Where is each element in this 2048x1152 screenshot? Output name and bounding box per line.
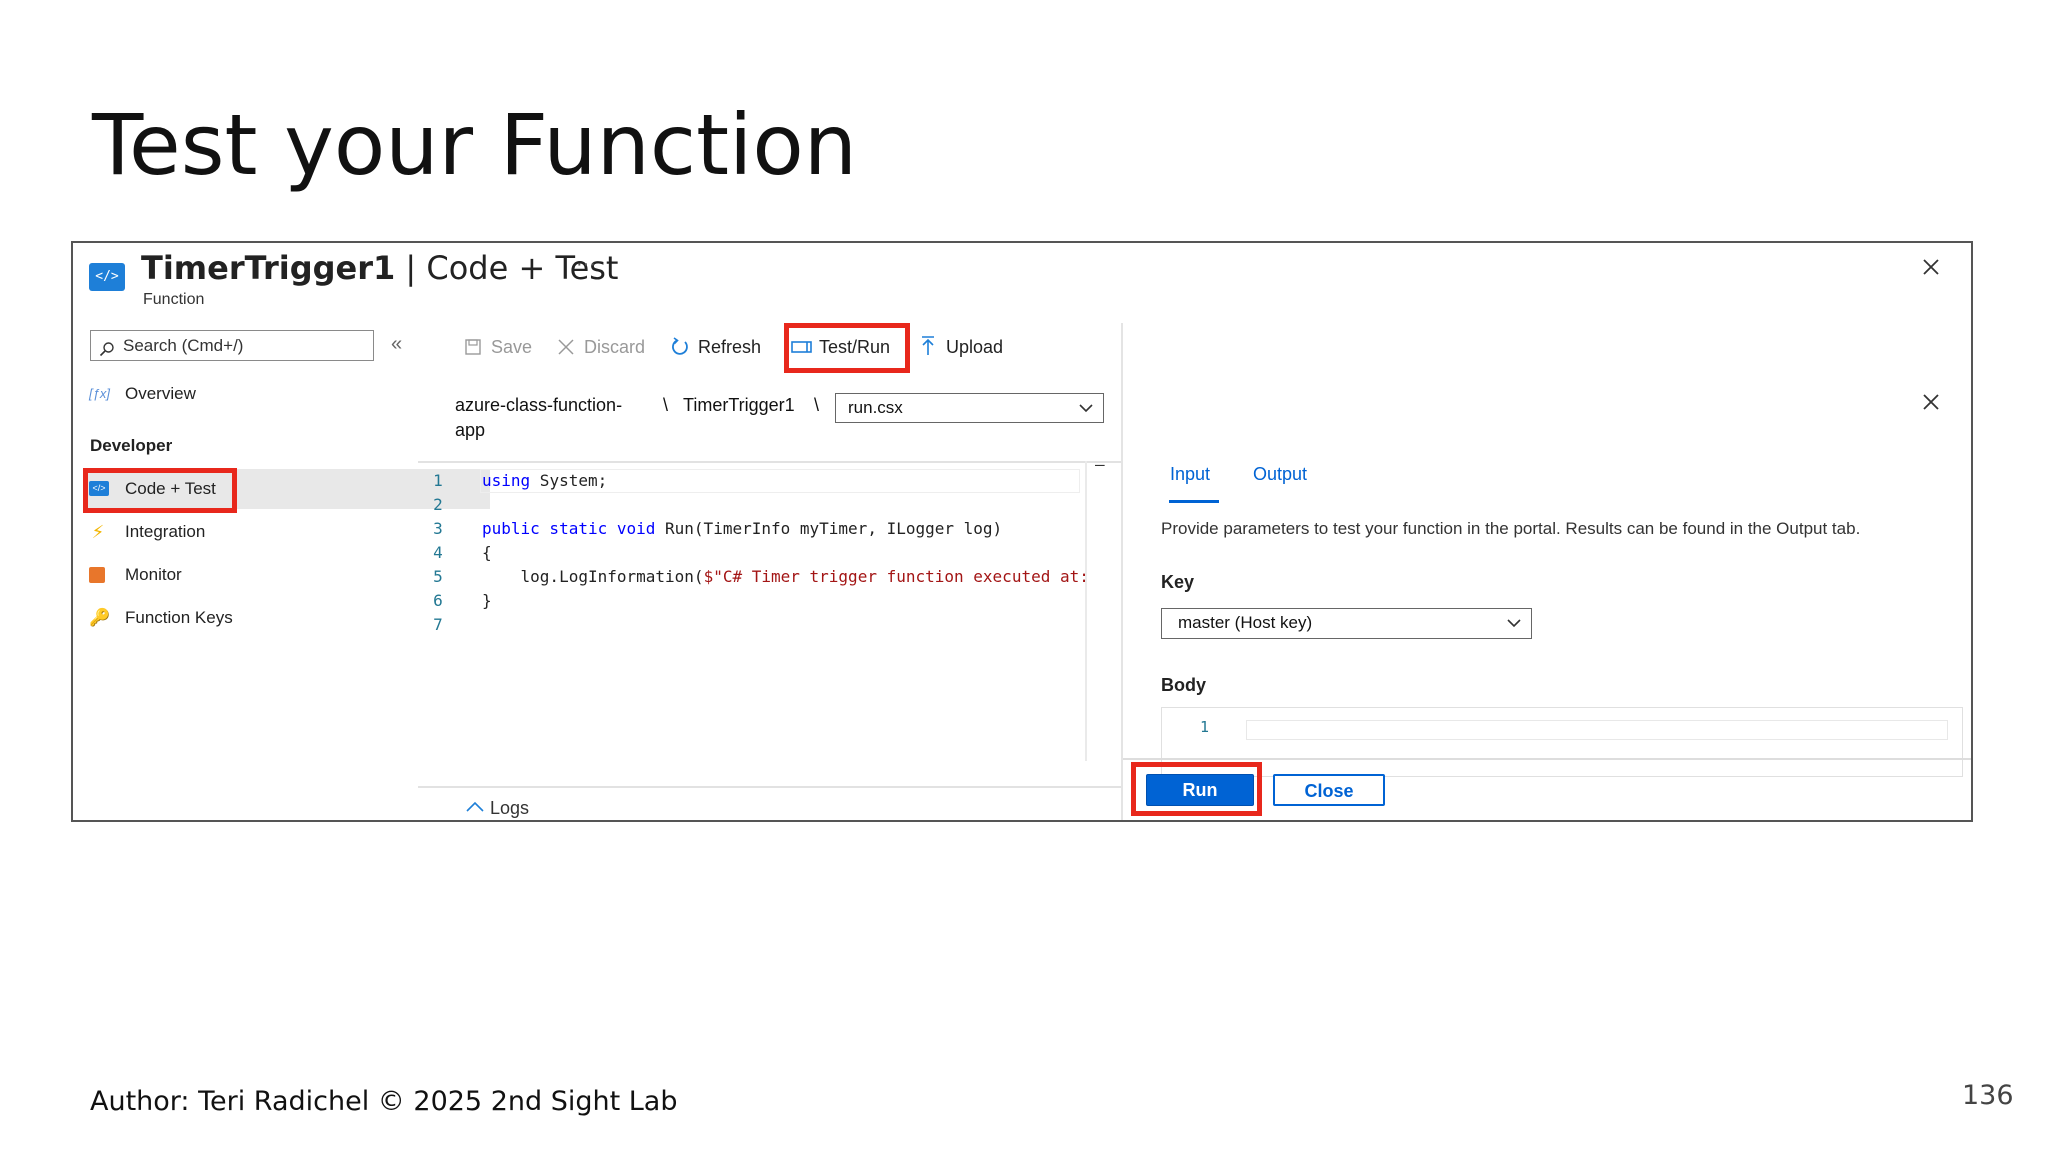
- line-number: 7: [433, 615, 443, 634]
- sidebar-section-developer: Developer: [90, 436, 173, 455]
- line-number: 3: [433, 519, 443, 538]
- collapse-menu-icon[interactable]: «: [391, 333, 402, 356]
- close-test-pane-icon[interactable]: [1919, 390, 1943, 414]
- line-number: 4: [433, 543, 443, 562]
- code-editor[interactable]: 1 2 3 4 5 6 7 using System; public stati…: [418, 455, 1130, 761]
- function-name: TimerTrigger1: [141, 249, 396, 287]
- sidebar-item-overview[interactable]: [ƒx] Overview: [83, 374, 490, 414]
- monitor-icon: [89, 567, 105, 583]
- breadcrumb-function[interactable]: TimerTrigger1: [683, 395, 795, 416]
- tab-input[interactable]: Input: [1170, 464, 1210, 485]
- function-overview-icon: [ƒx]: [89, 386, 110, 401]
- title-separator: |: [395, 249, 427, 287]
- highlight-run: [1131, 762, 1262, 816]
- code-line: }: [482, 591, 492, 610]
- line-number: 6: [433, 591, 443, 610]
- sidebar-item-label: Integration: [125, 522, 206, 541]
- file-select-value: run.csx: [848, 398, 903, 417]
- tab-active-indicator: [1169, 500, 1219, 503]
- discard-button[interactable]: Discard: [556, 331, 645, 363]
- sidebar-item-label: Monitor: [125, 565, 182, 584]
- code-line: public static void Run(TimerInfo myTimer…: [482, 519, 1003, 538]
- refresh-label: Refresh: [698, 337, 762, 357]
- key-select[interactable]: master (Host key): [1161, 608, 1532, 639]
- body-editor[interactable]: 1: [1161, 707, 1963, 777]
- search-icon: [99, 337, 115, 357]
- chevron-down-icon: [1505, 613, 1523, 631]
- editor-scrollbar[interactable]: [1085, 461, 1087, 761]
- search-placeholder: Search (Cmd+/): [123, 336, 244, 355]
- breadcrumb-separator: \: [814, 395, 820, 415]
- upload-label: Upload: [946, 337, 1004, 357]
- key-icon: 🔑: [89, 608, 111, 627]
- sidebar-item-label: Function Keys: [125, 608, 233, 627]
- code-line: {: [482, 543, 492, 562]
- breadcrumb-app-line2[interactable]: app: [455, 420, 485, 441]
- refresh-icon: [670, 331, 690, 363]
- footer-author: Author: Teri Radichel © 2025 2nd Sight L…: [90, 1086, 678, 1117]
- test-description: Provide parameters to test your function…: [1161, 519, 1861, 538]
- line-number: 2: [433, 495, 443, 514]
- logs-toggle[interactable]: Logs: [465, 798, 529, 819]
- blade-title: TimerTrigger1 | Code + Test: [141, 249, 618, 287]
- function-code-icon: </>: [89, 263, 125, 291]
- chevron-down-icon: [1077, 398, 1095, 416]
- code-line: log.LogInformation($"C# Timer trigger fu…: [482, 567, 1089, 586]
- discard-label: Discard: [584, 337, 646, 357]
- upload-icon: [918, 331, 938, 363]
- code-line: using System;: [482, 471, 608, 490]
- key-label: Key: [1161, 572, 1195, 592]
- logs-divider: [418, 786, 1121, 788]
- body-label: Body: [1161, 675, 1206, 695]
- line-number: 1: [433, 471, 443, 490]
- body-line-highlight: [1246, 720, 1948, 740]
- blade-subtitle: Function: [143, 291, 205, 308]
- search-input[interactable]: Search (Cmd+/): [90, 330, 374, 361]
- save-label: Save: [491, 337, 533, 357]
- refresh-button[interactable]: Refresh: [670, 331, 761, 363]
- highlight-test-run: [784, 323, 910, 373]
- portal-screenshot: </> TimerTrigger1 | Code + Test Function…: [71, 241, 1973, 822]
- highlight-code-test: [83, 468, 237, 513]
- slide-title: Test your Function: [92, 96, 857, 194]
- line-number: 1: [1200, 718, 1210, 736]
- lightning-icon: ⚡: [91, 522, 105, 542]
- page-number: 136: [1962, 1080, 2014, 1111]
- chevron-up-icon: [465, 798, 485, 818]
- footer-divider: [1123, 758, 1971, 760]
- logs-label: Logs: [490, 798, 530, 818]
- more-options-icon[interactable]: ···: [576, 253, 596, 276]
- breadcrumb-app-line1[interactable]: azure-class-function-: [455, 395, 622, 416]
- file-select[interactable]: run.csx: [835, 393, 1104, 423]
- sidebar-item-label: Overview: [125, 384, 196, 403]
- breadcrumb-separator: \: [663, 395, 669, 415]
- close-button[interactable]: Close: [1273, 774, 1385, 806]
- key-select-value: master (Host key): [1178, 613, 1313, 632]
- close-blade-icon[interactable]: [1919, 255, 1943, 279]
- discard-icon: [556, 331, 576, 363]
- tab-output[interactable]: Output: [1253, 464, 1307, 485]
- minimize-editor-icon[interactable]: —: [1095, 455, 1105, 474]
- save-button[interactable]: Save: [463, 331, 532, 363]
- save-icon: [463, 331, 483, 363]
- upload-button[interactable]: Upload: [918, 331, 1003, 363]
- line-number: 5: [433, 567, 443, 586]
